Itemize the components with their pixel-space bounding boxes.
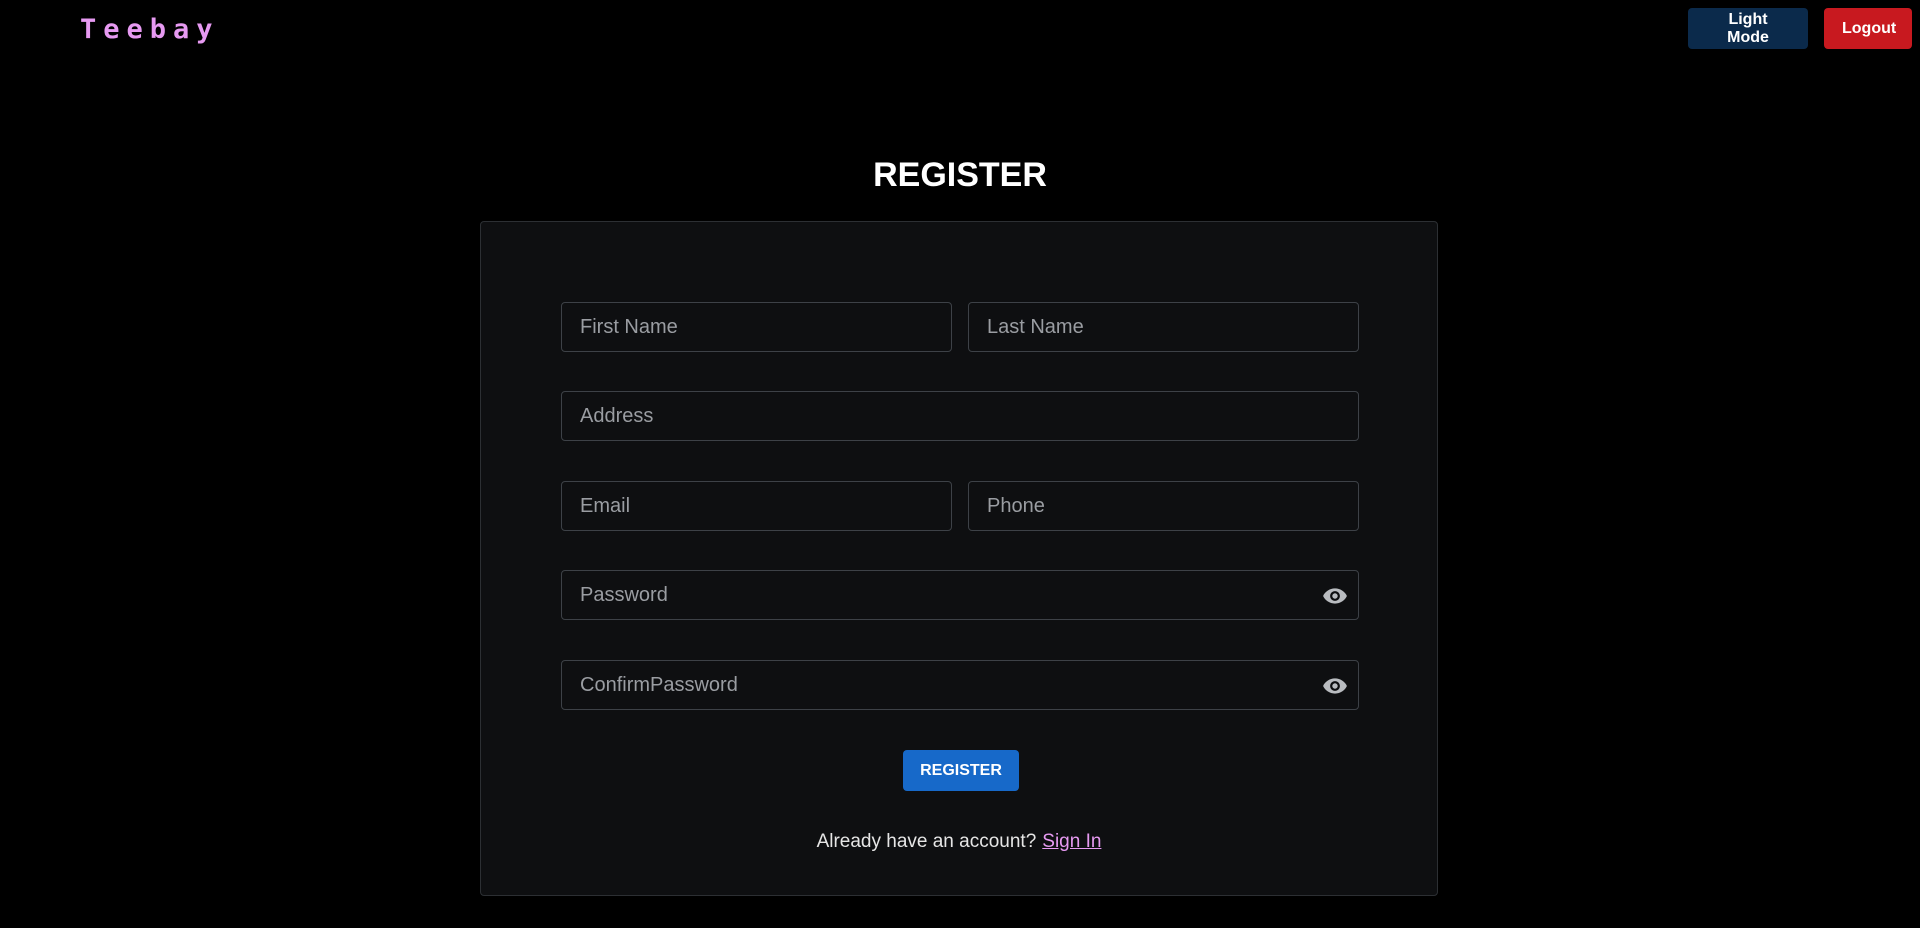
brand-logo[interactable]: Teebay: [80, 14, 220, 45]
confirm-password-field: [561, 660, 1359, 710]
phone-field: [968, 481, 1359, 531]
first-name-field: [561, 302, 952, 352]
password-field: [561, 570, 1359, 620]
phone-input[interactable]: [969, 482, 1358, 530]
header-actions: Light Mode Logout: [1688, 8, 1912, 49]
eye-icon[interactable]: [1322, 583, 1348, 609]
email-field: [561, 481, 952, 531]
first-name-input[interactable]: [562, 303, 951, 351]
logout-button[interactable]: Logout: [1824, 8, 1912, 49]
light-mode-button[interactable]: Light Mode: [1688, 8, 1808, 49]
register-form-card: REGISTER Already have an account?Sign In: [480, 221, 1438, 896]
address-field: [561, 391, 1359, 441]
register-page: Teebay Light Mode Logout REGISTER First …: [0, 0, 1920, 928]
confirm-password-input[interactable]: [562, 661, 1358, 709]
password-input[interactable]: [562, 571, 1358, 619]
page-title: REGISTER: [873, 156, 1047, 194]
signin-prompt: Already have an account?: [816, 831, 1037, 852]
signin-row: Already have an account? Sign In: [481, 831, 1437, 853]
address-input[interactable]: [562, 392, 1358, 440]
register-button[interactable]: REGISTER: [903, 750, 1019, 791]
last-name-input[interactable]: [969, 303, 1358, 351]
last-name-field: [968, 302, 1359, 352]
email-input[interactable]: [562, 482, 951, 530]
signin-link[interactable]: Sign In: [1042, 831, 1101, 852]
eye-icon[interactable]: [1322, 673, 1348, 699]
